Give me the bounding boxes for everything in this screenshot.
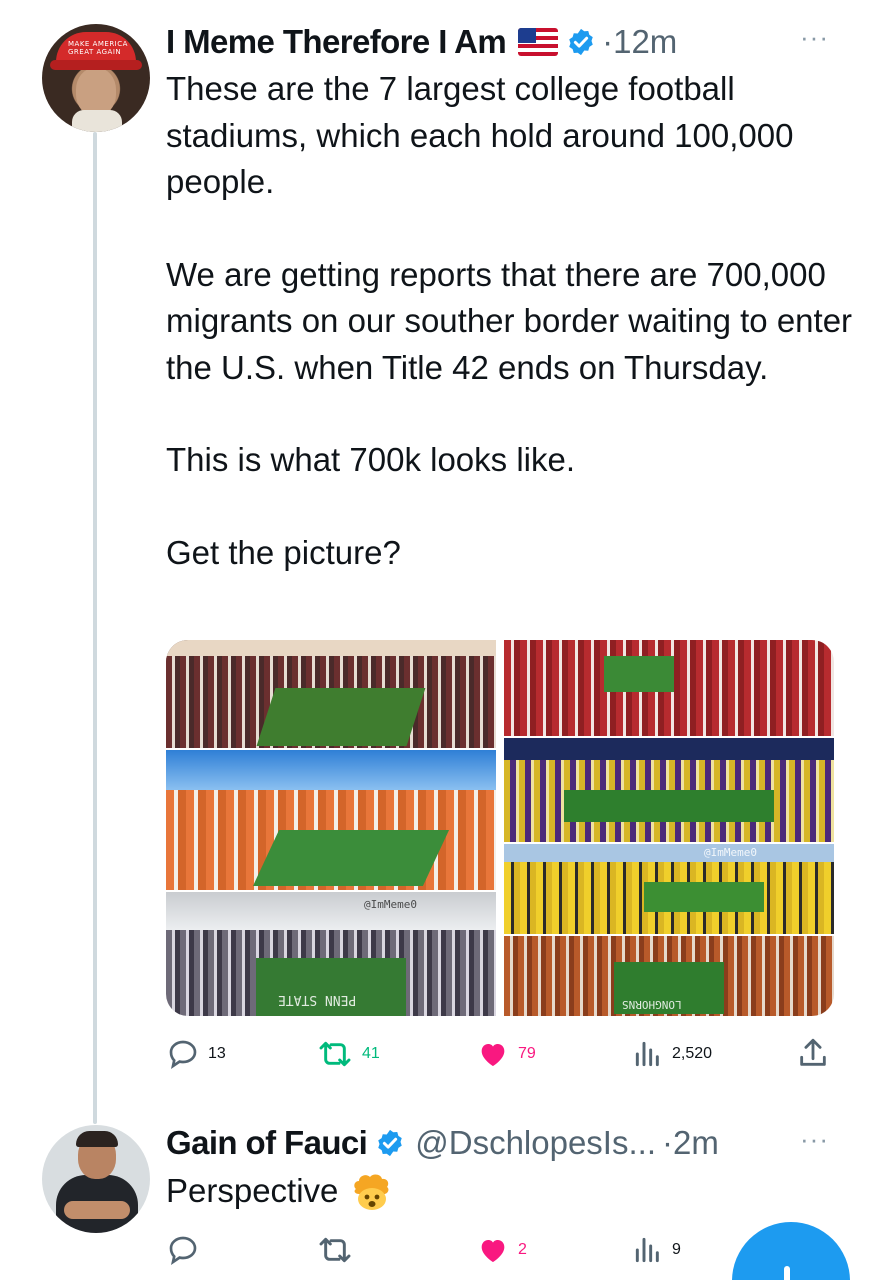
hat-brim [50, 60, 142, 70]
verified-icon [569, 28, 593, 56]
retweet-button[interactable]: 41 [316, 1038, 380, 1070]
watermark: @ImMeme0 [704, 846, 757, 859]
timeline: MAKE AMERICA GREAT AGAIN I Meme Therefor… [0, 0, 877, 1280]
tweet-paragraph: These are the 7 largest college football… [166, 70, 803, 200]
tweet-body: Perspective [166, 1168, 394, 1214]
hat-text: MAKE AMERICA GREAT AGAIN [68, 40, 128, 56]
views-count: 9 [672, 1241, 681, 1258]
stadium-photo[interactable]: LONGHORNS [504, 936, 834, 1016]
avatar-face [76, 68, 116, 116]
views-button[interactable]: 9 [632, 1234, 681, 1266]
collar [72, 110, 122, 132]
field-text: LONGHORNS [622, 998, 682, 1011]
reply-text: Perspective [166, 1172, 339, 1209]
like-button[interactable]: 2 [476, 1234, 527, 1266]
like-count: 2 [518, 1241, 527, 1258]
more-icon[interactable]: ··· [800, 1124, 829, 1155]
field-text: PENN STATE [278, 992, 357, 1007]
thread-connector [93, 132, 97, 1124]
tweet-paragraph: This is what 700k looks like. [166, 441, 576, 478]
exploding-head-emoji [354, 1174, 389, 1210]
timestamp[interactable]: ·2m [662, 1124, 719, 1162]
reply-button[interactable] [166, 1234, 200, 1266]
share-icon [800, 1038, 826, 1066]
views-count: 2,520 [672, 1045, 713, 1062]
avatar[interactable]: MAKE AMERICA GREAT AGAIN [42, 24, 150, 132]
stadium-photo[interactable] [504, 640, 834, 736]
media-collage[interactable]: @ImMeme0 PENN STATE @ImMeme0 LONGHORNS [166, 640, 834, 1016]
retweet-icon [319, 1237, 351, 1263]
reply-icon [169, 1236, 197, 1265]
retweet-count: 41 [362, 1045, 380, 1062]
compose-icon [784, 1266, 790, 1280]
like-button[interactable]: 79 [476, 1038, 536, 1070]
views-icon [635, 1237, 659, 1263]
watermark: @ImMeme0 [364, 898, 417, 911]
tweet-paragraph: Get the picture? [166, 533, 401, 571]
timestamp[interactable]: ·12m [602, 23, 677, 61]
stadium-photo[interactable]: @ImMeme0 [504, 844, 834, 934]
tweet-body: These are the 7 largest college football… [166, 66, 856, 576]
tweet-header: Gain of Fauci @DschlopesIs... ·2m [166, 1120, 719, 1166]
like-count: 79 [518, 1045, 536, 1062]
reply-count: 13 [208, 1045, 226, 1062]
like-icon [481, 1240, 505, 1262]
share-button[interactable] [796, 1036, 830, 1070]
author-name[interactable]: I Meme Therefore I Am [166, 23, 507, 61]
author-handle[interactable]: @DschlopesIs... [415, 1124, 656, 1162]
compose-button[interactable] [732, 1222, 850, 1280]
avatar-hair [76, 1131, 118, 1147]
verified-icon [378, 1129, 402, 1157]
retweet-icon [319, 1041, 351, 1067]
avatar-arms [64, 1201, 130, 1219]
stadium-photo[interactable] [166, 640, 496, 748]
tweet-paragraph: We are getting reports that there are 70… [166, 255, 862, 386]
retweet-button[interactable] [316, 1234, 354, 1266]
us-flag-icon [518, 28, 559, 56]
like-icon [481, 1044, 505, 1066]
reply-button[interactable]: 13 [166, 1038, 226, 1070]
views-icon [635, 1041, 659, 1067]
stadium-photo[interactable]: @ImMeme0 PENN STATE [166, 892, 496, 1016]
more-icon[interactable]: ··· [800, 22, 829, 53]
views-button[interactable]: 2,520 [632, 1038, 712, 1070]
stadium-photo[interactable] [166, 750, 496, 890]
reply-icon [169, 1040, 197, 1069]
author-name[interactable]: Gain of Fauci [166, 1124, 368, 1162]
stadium-photo[interactable] [504, 738, 834, 842]
avatar[interactable] [42, 1125, 150, 1233]
tweet-header: I Meme Therefore I Am ·12m [166, 20, 677, 64]
